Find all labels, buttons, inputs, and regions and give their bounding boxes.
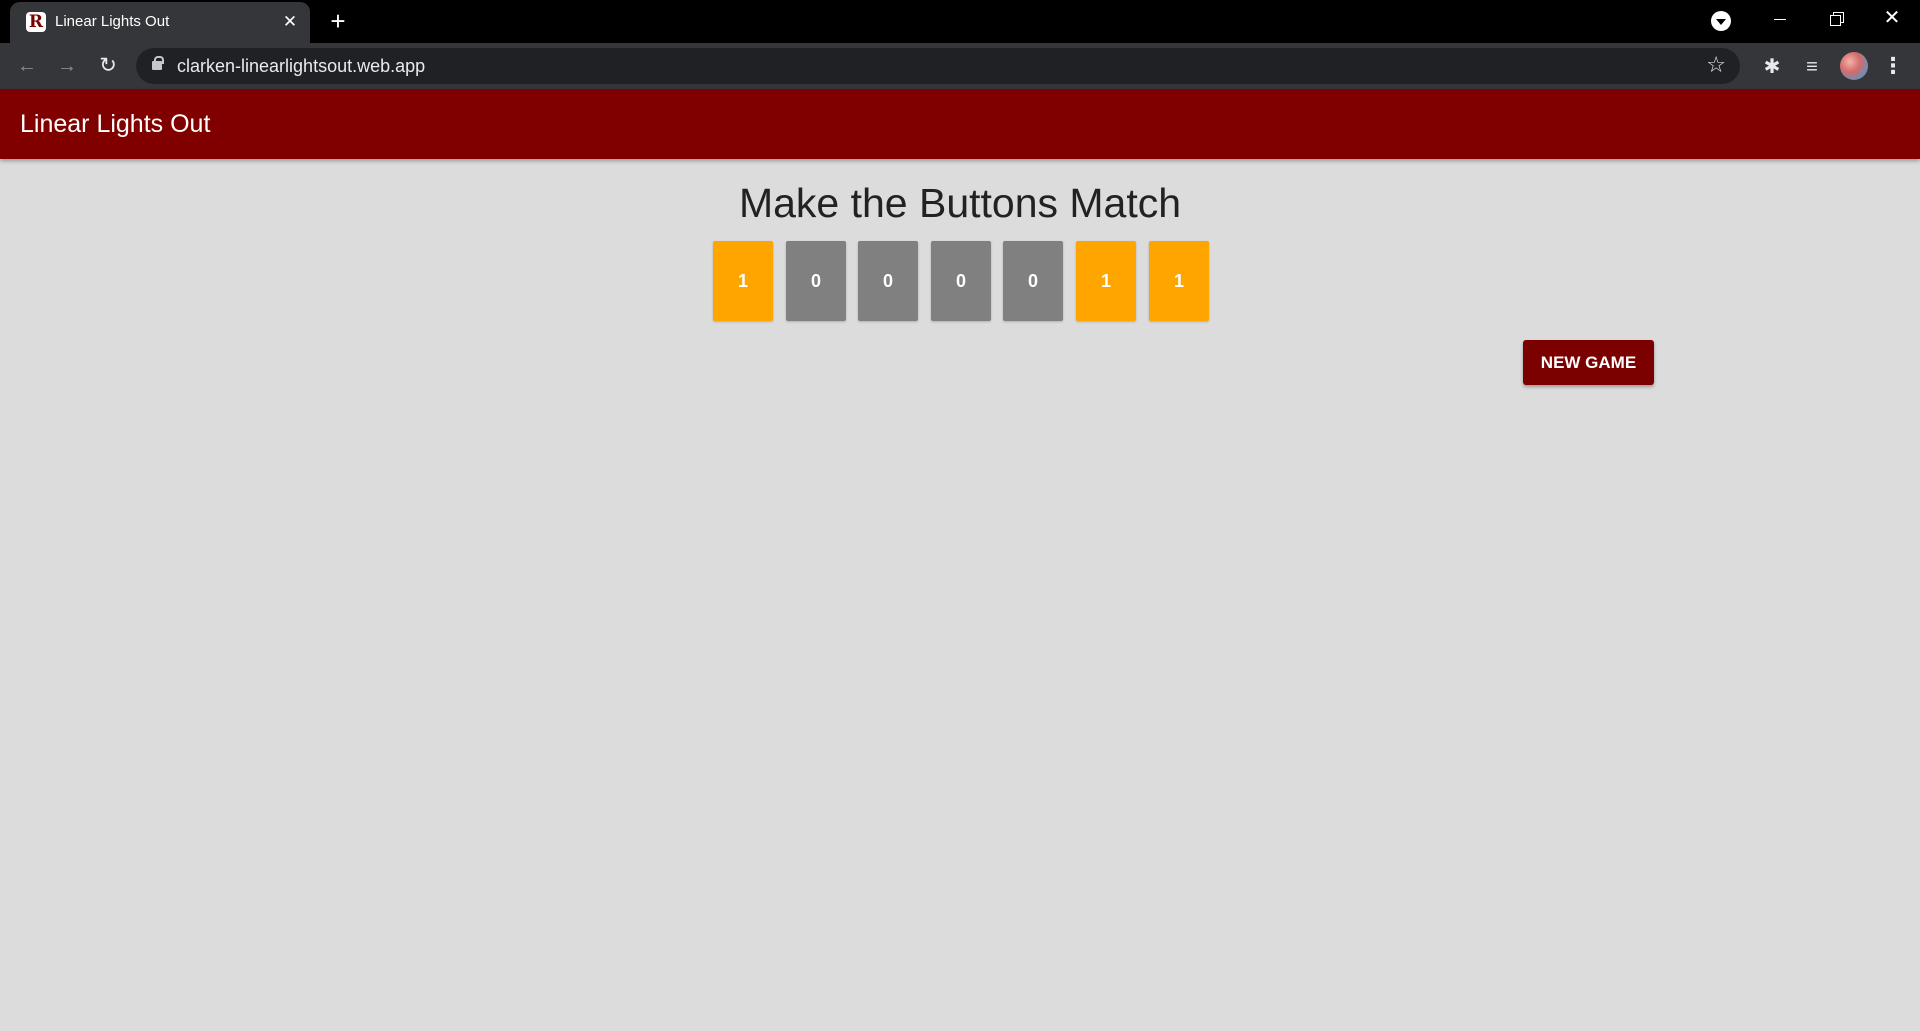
browser-tab[interactable]: R Linear Lights Out ✕ [10, 2, 310, 43]
favicon-icon: R [26, 12, 46, 32]
window-restore-button[interactable] [1808, 0, 1864, 38]
url-text[interactable]: clarken-linearlightsout.web.app [177, 56, 425, 77]
bookmark-star-icon[interactable]: ☆ [1706, 53, 1726, 77]
light-button[interactable]: 0 [931, 241, 991, 321]
tab-close-icon[interactable]: ✕ [279, 11, 301, 33]
window-minimize-button[interactable] [1752, 0, 1808, 38]
app-header: Linear Lights Out [0, 89, 1920, 159]
address-bar[interactable]: clarken-linearlightsout.web.app ☆ [136, 48, 1740, 84]
light-button[interactable]: 1 [1076, 241, 1136, 321]
browser-titlebar: R Linear Lights Out ✕ + ✕ [0, 0, 1920, 43]
profile-dropdown-icon[interactable] [1711, 11, 1731, 31]
media-controls-icon[interactable]: ≡ [1799, 54, 1825, 80]
browser-toolbar: ← → ↻ clarken-linearlightsout.web.app ☆ … [0, 43, 1920, 89]
light-button[interactable]: 1 [1149, 241, 1209, 321]
browser-menu-icon[interactable]: ⋮ [1882, 54, 1904, 80]
forward-arrow-icon[interactable]: → [53, 52, 81, 80]
page-heading: Make the Buttons Match [738, 180, 1182, 226]
new-tab-button[interactable]: + [325, 8, 351, 35]
light-buttons-row: 1 0 0 0 0 1 1 [713, 241, 1209, 321]
light-button[interactable]: 0 [786, 241, 846, 321]
new-game-button[interactable]: NEW GAME [1523, 340, 1654, 385]
light-button[interactable]: 0 [858, 241, 918, 321]
window-close-button[interactable]: ✕ [1864, 0, 1920, 38]
light-button[interactable]: 0 [1003, 241, 1063, 321]
app-title: Linear Lights Out [20, 110, 211, 138]
lock-icon[interactable] [152, 56, 164, 70]
light-button[interactable]: 1 [713, 241, 773, 321]
extensions-puzzle-icon[interactable]: ✱ [1759, 54, 1785, 80]
back-arrow-icon[interactable]: ← [13, 52, 41, 80]
profile-avatar[interactable] [1840, 52, 1868, 80]
tab-title: Linear Lights Out [55, 13, 170, 30]
reload-icon[interactable]: ↻ [94, 52, 122, 80]
